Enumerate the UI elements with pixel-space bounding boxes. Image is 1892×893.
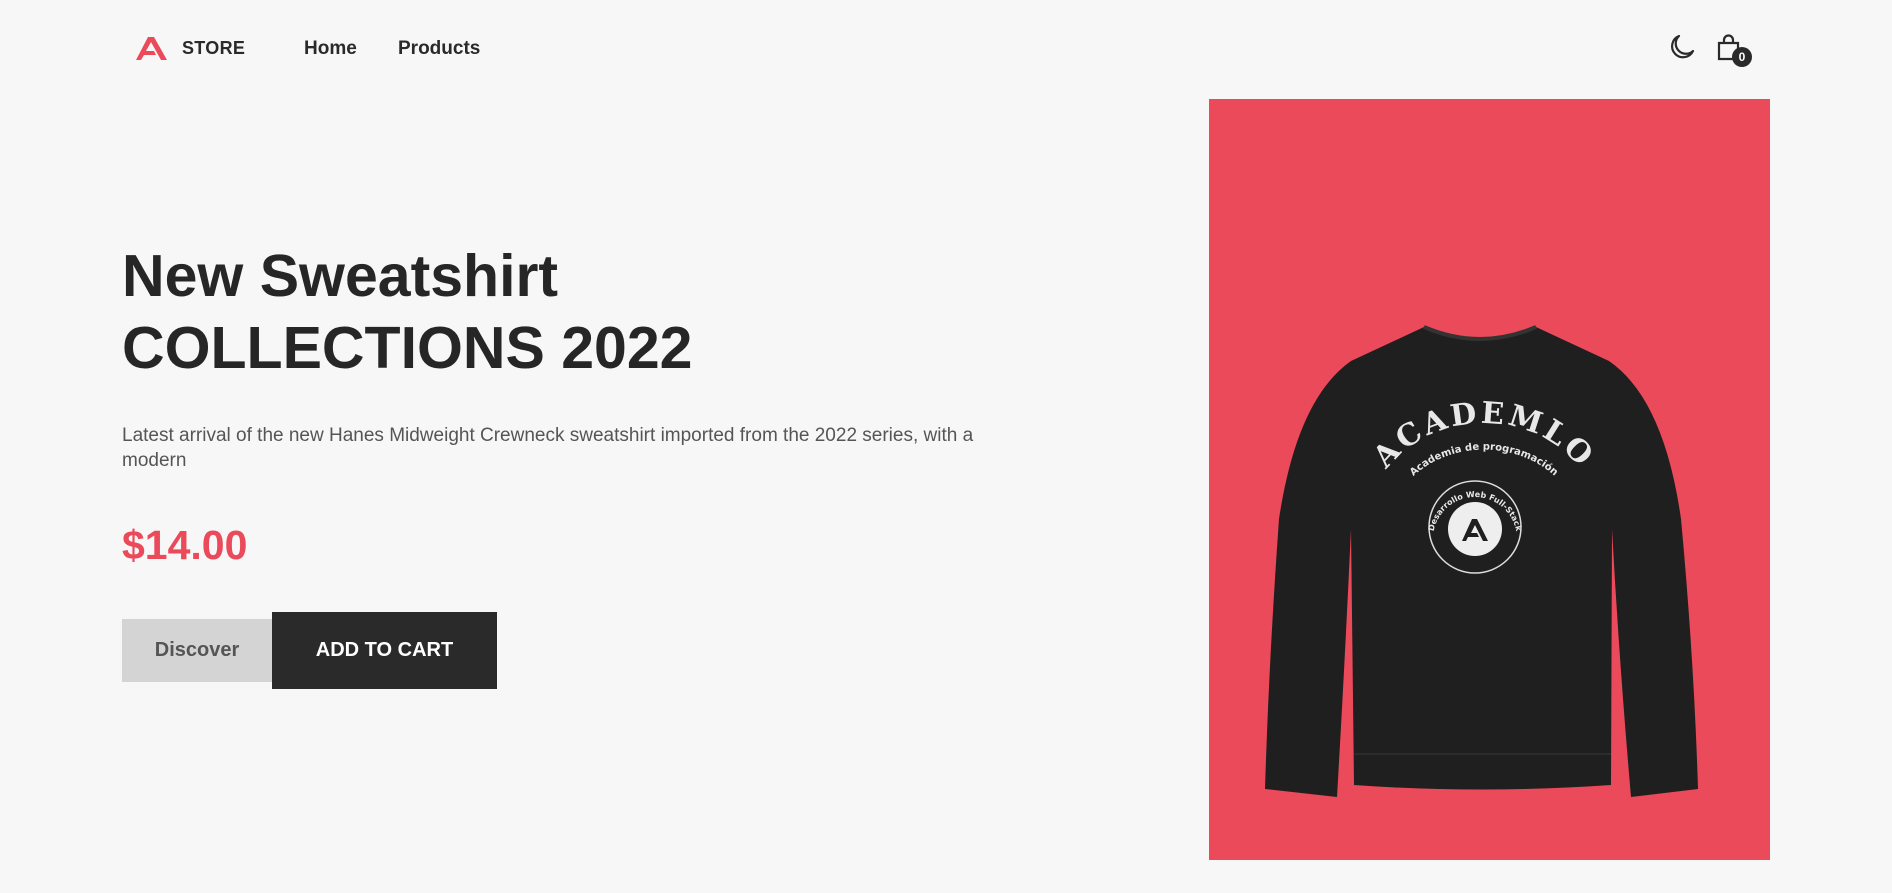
product-image: ACADEMLO Academia de programación Desarr… [1209, 99, 1770, 860]
academlo-logo-icon[interactable] [134, 34, 170, 62]
discover-button[interactable]: Discover [122, 619, 272, 682]
sweatshirt-image: ACADEMLO Academia de programación Desarr… [1265, 325, 1698, 797]
hero-title-line1: New Sweatshirt [122, 243, 559, 309]
nav-home[interactable]: Home [304, 38, 357, 60]
hero-description: Latest arrival of the new Hanes Midweigh… [122, 425, 974, 471]
brand-name[interactable]: STORE [182, 38, 245, 59]
add-to-cart-button[interactable]: ADD TO CART [272, 612, 497, 689]
product-price: $14.00 [122, 522, 248, 568]
nav-products[interactable]: Products [398, 38, 480, 60]
moon-icon[interactable] [1668, 33, 1696, 61]
cart-count-badge: 0 [1732, 47, 1752, 67]
hero-title: New Sweatshirt COLLECTIONS 2022 [122, 240, 692, 384]
hero-title-line2: COLLECTIONS 2022 [122, 315, 693, 381]
